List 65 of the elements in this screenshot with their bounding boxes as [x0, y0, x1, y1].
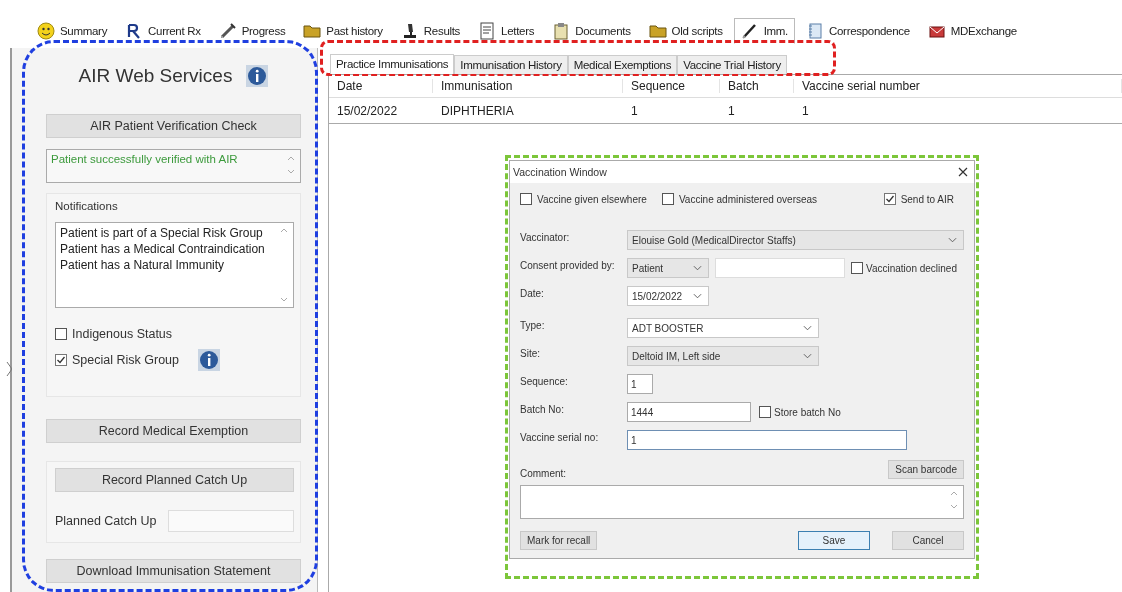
field-label: Comment: — [520, 467, 568, 479]
recall-button[interactable]: Mark for recall — [520, 531, 598, 550]
group-label: Notifications — [55, 200, 119, 212]
tab[interactable]: Letters — [471, 18, 542, 44]
tab[interactable]: Practice Immunisations — [330, 54, 455, 74]
vaccinator-dropdown[interactable]: Elouise Gold (MedicalDirector Staffs) — [627, 230, 964, 250]
save-button[interactable]: Save — [798, 531, 870, 550]
column-header[interactable]: Batch — [720, 79, 794, 93]
tab[interactable]: MDExchange — [920, 18, 1024, 44]
verification-button[interactable]: AIR Patient Verification Check — [46, 114, 301, 138]
tab[interactable]: Past history — [296, 18, 390, 44]
table-cell-text: DIPHTHERIA — [440, 103, 515, 118]
tab[interactable]: Correspondence — [799, 18, 917, 44]
window-title: Vaccination Window — [513, 166, 607, 178]
cancel-button[interactable]: Cancel — [892, 531, 964, 550]
batch-field[interactable]: 1444 — [627, 402, 751, 422]
checkbox-label: Vaccination declined — [866, 262, 957, 274]
tab[interactable]: Results — [393, 18, 468, 44]
field-label: Site: — [520, 347, 541, 359]
notification-text: Patient is part of a Special Risk Group — [60, 225, 264, 241]
type-dropdown[interactable]: ADT BOOSTER — [627, 318, 819, 338]
field-label: Date: — [520, 287, 545, 299]
column-header[interactable]: Date — [329, 79, 433, 93]
tab[interactable]: Current Rx — [118, 18, 208, 44]
column-header[interactable]: Immunisation — [433, 79, 623, 93]
field-label: Sequence: — [520, 375, 569, 387]
checkbox-label: Vaccine administered overseas — [678, 193, 818, 205]
serial-field[interactable]: 1 — [627, 430, 907, 450]
checkbox-label: Send to AIR — [900, 193, 954, 205]
table-cell-text: 1 — [801, 103, 810, 118]
field-label: Consent provided by: — [520, 259, 616, 271]
checkbox-label: Indigenous Status — [72, 327, 173, 341]
catch-up-button[interactable]: Record Planned Catch Up — [55, 468, 294, 492]
field-label: Planned Catch Up — [55, 514, 157, 528]
tab[interactable]: Progress — [211, 18, 293, 44]
field-label: Type: — [520, 319, 546, 331]
exemption-button[interactable]: Record Medical Exemption — [46, 419, 301, 443]
sequence-field[interactable]: 1 — [627, 374, 653, 394]
consent-dropdown[interactable]: Patient — [627, 258, 709, 278]
notification-text: Patient has a Medical Contraindication — [60, 241, 265, 257]
tab[interactable]: Documents — [545, 18, 638, 44]
tab[interactable]: Medical Exemptions — [567, 55, 678, 74]
checkbox-label: Special Risk Group — [72, 353, 179, 367]
site-dropdown[interactable]: Deltoid IM, Left side — [627, 346, 819, 366]
column-header[interactable]: Sequence — [623, 79, 720, 93]
table-cell-text: 15/02/2022 — [336, 103, 399, 118]
checkbox-label: Vaccine given elsewhere — [537, 193, 647, 205]
field-label: Vaccine serial no: — [520, 431, 600, 443]
scan-barcode-button[interactable]: Scan barcode — [888, 460, 964, 479]
status-field: Patient successfully verified with AIR — [46, 149, 301, 183]
date-picker[interactable]: 15/02/2022 — [627, 286, 709, 306]
notification-text: Patient has a Natural Immunity — [60, 257, 226, 273]
table-cell-text: 1 — [630, 103, 639, 118]
table-cell-text: 1 — [727, 103, 736, 118]
tab[interactable]: Old scripts — [641, 18, 730, 44]
field-label: Vaccinator: — [520, 231, 571, 243]
tab[interactable]: Imm. — [733, 18, 795, 44]
tab[interactable]: Summary — [30, 18, 115, 44]
column-header[interactable]: Vaccine serial number — [794, 79, 1122, 93]
download-button[interactable]: Download Immunisation Statement — [46, 559, 301, 583]
panel-title: AIR Web Services — [78, 65, 233, 87]
field-label: Batch No: — [520, 403, 565, 415]
tab[interactable]: Immunisation History — [454, 55, 568, 74]
checkbox-label: Store batch No — [774, 406, 841, 418]
tab[interactable]: Vaccine Trial History — [677, 55, 787, 74]
